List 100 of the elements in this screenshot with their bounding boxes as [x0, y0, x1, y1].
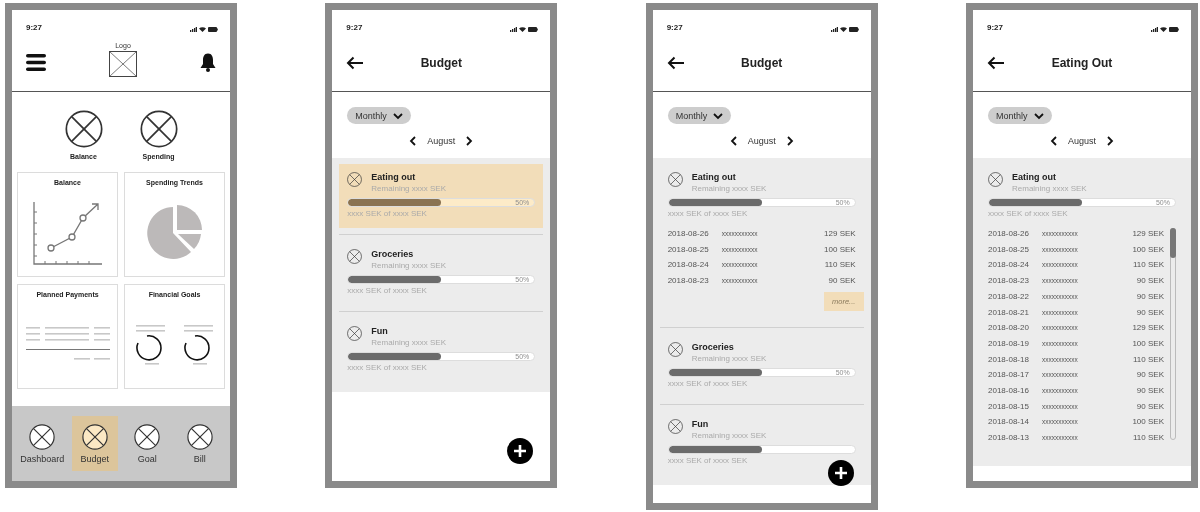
back-arrow-icon[interactable]	[346, 55, 365, 70]
transaction-amount: 90 SEK	[1135, 290, 1164, 303]
battery-icon	[208, 27, 218, 32]
chevron-down-icon	[392, 110, 403, 121]
period-dropdown[interactable]: Monthly	[667, 107, 732, 124]
transaction-amount: 90 SEK	[1135, 275, 1164, 288]
transaction-date: 2018-08-23	[988, 275, 1030, 288]
period-label: Monthly	[355, 110, 387, 121]
crossed-circle-icon	[667, 418, 683, 434]
transaction-amount: 90 SEK	[1135, 306, 1164, 319]
category-name: Groceries	[371, 249, 415, 259]
category-name: Groceries	[691, 341, 735, 352]
crossed-circle-icon	[81, 423, 108, 450]
period-label: Monthly	[996, 110, 1028, 121]
menu-icon[interactable]	[26, 54, 46, 71]
transaction-date: 2018-08-24	[667, 259, 710, 272]
nav-tab[interactable]: Bill	[176, 416, 223, 471]
nav-tab[interactable]: Goal	[124, 416, 171, 471]
back-arrow-icon[interactable]	[987, 55, 1005, 70]
chevron-down-icon	[713, 110, 724, 121]
transaction-date: 2018-08-22	[988, 290, 1030, 303]
transaction-amount: 129 SEK	[824, 228, 856, 240]
screen-title: Budget	[741, 55, 783, 70]
screen-title: Budget	[420, 55, 462, 70]
chevron-down-icon	[1033, 110, 1044, 121]
wifi-icon	[199, 27, 206, 32]
add-icon[interactable]	[507, 438, 534, 464]
battery-icon	[848, 27, 859, 32]
transaction-date: 2018-08-13	[988, 432, 1030, 445]
next-month-icon[interactable]	[785, 136, 794, 146]
period-label: Monthly	[675, 110, 708, 121]
transaction-amount: 110 SEK	[1132, 259, 1164, 272]
signal-icon	[510, 27, 518, 32]
nav-tab[interactable]: Budget	[71, 416, 118, 471]
transaction-amount: 90 SEK	[1135, 385, 1164, 398]
battery-icon	[528, 27, 539, 32]
transaction-amount: 100 SEK	[1132, 243, 1164, 256]
previous-month-icon[interactable]	[729, 136, 738, 146]
transaction-date: 2018-08-16	[988, 385, 1030, 398]
category-name: Eating out	[371, 172, 417, 182]
transaction-amount: 110 SEK	[1132, 353, 1164, 366]
transaction-amount: 90 SEK	[1135, 369, 1164, 382]
crossed-circle-icon	[667, 172, 683, 187]
transaction-amount: 90 SEK	[1135, 400, 1164, 413]
transaction-amount: 100 SEK	[1132, 416, 1164, 429]
crossed-circle-icon	[988, 172, 1003, 187]
transaction-date: 2018-08-24	[988, 259, 1030, 272]
month-label: August	[1067, 136, 1096, 146]
previous-month-icon[interactable]	[409, 136, 418, 146]
transaction-date: 2018-08-25	[988, 243, 1030, 256]
crossed-circle-icon	[186, 423, 213, 450]
transaction-date: 2018-08-26	[988, 228, 1030, 240]
transaction-date: 2018-08-18	[988, 353, 1030, 366]
period-dropdown[interactable]: Monthly	[988, 107, 1052, 124]
screen-title: Eating Out	[1051, 55, 1113, 70]
status-time: 9:27	[26, 23, 42, 32]
crossed-circle-icon	[134, 423, 161, 450]
month-label: August	[427, 136, 456, 146]
period-dropdown[interactable]: Monthly	[347, 107, 411, 124]
bell-icon[interactable]	[200, 53, 216, 72]
transaction-date: 2018-08-14	[988, 416, 1030, 429]
wifi-icon	[839, 27, 847, 32]
crossed-circle-icon	[347, 326, 363, 341]
battery-icon	[1169, 27, 1179, 32]
status-time: 9:27	[666, 23, 683, 32]
transaction-date: 2018-08-17	[988, 369, 1030, 382]
status-time: 9:27	[346, 23, 363, 32]
signal-icon	[190, 27, 197, 32]
transaction-amount: 90 SEK	[827, 275, 856, 288]
previous-month-icon[interactable]	[1049, 136, 1058, 146]
nav-tab[interactable]: Dashboard	[19, 416, 66, 471]
transaction-date: 2018-08-26	[667, 228, 710, 240]
transaction-amount: 129 SEK	[1132, 322, 1164, 335]
pie-chart-drawing	[146, 205, 203, 261]
crossed-circle-icon	[139, 110, 178, 148]
crossed-circle-icon	[64, 110, 103, 148]
transaction-date: 2018-08-15	[988, 400, 1030, 413]
image-placeholder-icon	[109, 51, 137, 77]
category-name: Fun	[371, 326, 389, 336]
next-month-icon[interactable]	[465, 136, 474, 146]
transaction-amount: 110 SEK	[1132, 432, 1164, 445]
transaction-date: 2018-08-19	[988, 337, 1030, 350]
back-arrow-icon[interactable]	[666, 55, 685, 70]
crossed-circle-icon	[347, 249, 363, 264]
wifi-icon	[519, 27, 527, 32]
signal-icon	[1151, 27, 1158, 32]
wifi-icon	[1160, 27, 1167, 32]
transaction-date: 2018-08-23	[667, 275, 710, 288]
transaction-amount: 110 SEK	[824, 259, 856, 272]
signal-icon	[830, 27, 838, 32]
crossed-circle-icon	[29, 423, 56, 450]
crossed-circle-icon	[667, 341, 683, 357]
transaction-amount: 100 SEK	[824, 243, 856, 256]
crossed-circle-icon	[347, 172, 363, 187]
month-label: August	[747, 136, 776, 146]
category-name: Eating out	[691, 172, 737, 182]
next-month-icon[interactable]	[1106, 136, 1114, 146]
scrollbar[interactable]	[1170, 228, 1176, 440]
transaction-date: 2018-08-25	[667, 243, 710, 256]
transaction-amount: 100 SEK	[1132, 337, 1164, 350]
